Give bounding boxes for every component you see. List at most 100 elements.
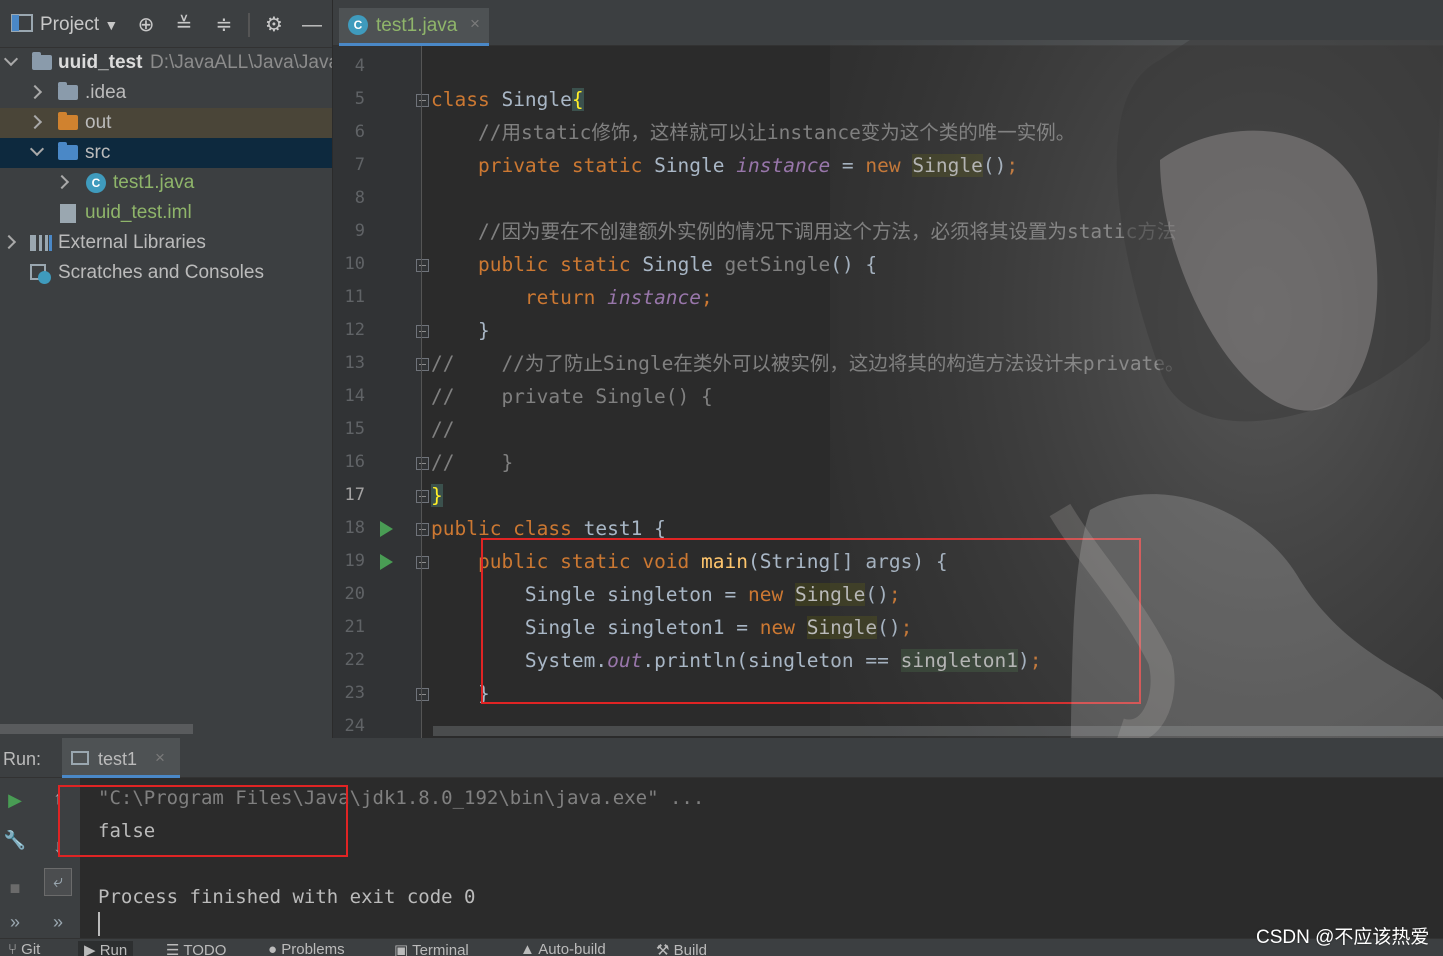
code-line: // } [431, 446, 513, 479]
project-view-icon[interactable] [10, 13, 34, 37]
code-token: return [524, 286, 608, 309]
run-gutter-icon[interactable] [380, 521, 393, 537]
rerun-icon[interactable]: ▶ [3, 788, 27, 812]
code-line: } [431, 479, 443, 512]
tree-item-idea[interactable]: .idea [0, 78, 332, 108]
more-icon[interactable]: » [3, 910, 27, 934]
tree-item-uuid-test[interactable]: uuid_test D:\JavaALL\Java\Java- [0, 48, 332, 78]
line-number: 12 [344, 320, 365, 340]
locate-icon[interactable]: ⊕ [134, 13, 158, 37]
fold-marker-icon[interactable] [416, 325, 429, 338]
code-token: // } [431, 451, 514, 474]
code-token: new [865, 154, 913, 177]
editor-hscrollbar[interactable] [433, 726, 1443, 736]
fold-marker-icon[interactable] [416, 457, 429, 470]
wrench-icon[interactable]: 🔧 [3, 828, 27, 852]
code-line: private static Single instance = new Sin… [431, 149, 1018, 182]
code-token: getSingle [724, 253, 831, 276]
gear-icon[interactable]: ⚙ [262, 13, 286, 37]
tree-item-label: uuid_test [58, 52, 143, 73]
code-token: Single [912, 154, 983, 177]
tool-build[interactable]: ⚒ Build [656, 941, 707, 956]
fold-marker-icon[interactable] [416, 523, 429, 536]
project-toolbar: Project ▼ ⊕ ≚ ≑ ⚙ — [0, 0, 332, 48]
run-tab-test1[interactable]: test1 × [62, 738, 180, 778]
line-number: 7 [354, 155, 365, 175]
code-token: Single [501, 88, 572, 111]
module-folder-icon [32, 52, 52, 70]
run-gutter-icon[interactable] [380, 554, 393, 570]
collapse-all-icon[interactable]: ≑ [212, 13, 236, 37]
chevron-right-icon [54, 174, 70, 190]
run-header: Run: test1 × [0, 738, 1443, 778]
tab-test1-java[interactable]: C test1.java × [339, 8, 489, 46]
tool-problems[interactable]: ● Problems [268, 941, 345, 956]
console-icon [71, 751, 89, 765]
tree-item-scratches[interactable]: Scratches and Consoles [0, 258, 332, 288]
line-number: 4 [354, 56, 365, 76]
code-token: { [571, 88, 584, 111]
tree-item-uuid-test-iml[interactable]: uuid_test.iml [0, 198, 332, 228]
close-icon[interactable]: × [470, 14, 480, 34]
code-token: // [431, 418, 455, 441]
tool-todo[interactable]: ☰ TODO [166, 941, 226, 956]
close-icon[interactable]: × [155, 748, 165, 768]
code-line: //因为要在不创建额外实例的情况下调用这个方法，必须将其设置为static方法 [431, 215, 1176, 248]
more-icon[interactable]: » [46, 910, 70, 934]
tool-run[interactable]: ▶ Run [78, 941, 134, 956]
tree-item-label: src [85, 142, 111, 163]
code-line: } [431, 314, 490, 347]
tool-auto-build[interactable]: ▲ Auto-build [520, 941, 606, 956]
code-token: instance [607, 286, 702, 309]
tree-item-label: test1.java [113, 172, 195, 193]
soft-wrap-icon[interactable]: ⤶ [44, 868, 72, 896]
tree-item-label: uuid_test.iml [85, 202, 192, 223]
project-hscrollbar[interactable] [0, 724, 193, 734]
stop-icon[interactable]: ■ [3, 876, 27, 900]
tree-item-external-libraries[interactable]: External Libraries [0, 228, 332, 258]
code-token: // //为了防止Single在类外可以被实例，这边将其的构造方法设计未priv… [431, 352, 1185, 375]
chevron-right-icon [27, 114, 43, 130]
tool-terminal[interactable]: ▣ Terminal [394, 941, 469, 956]
editor: C test1.java × 4 5 6 7 8 9 10 11 12 13 14 15 16 17 18 1… [333, 0, 1443, 738]
toolbar-divider [248, 13, 250, 37]
folder-icon [58, 82, 78, 100]
tree-item-out[interactable]: out [0, 108, 332, 138]
iml-file-icon [60, 204, 76, 223]
line-number: 20 [344, 584, 365, 604]
line-number: 19 [344, 551, 365, 571]
tree-item-label: .idea [85, 82, 127, 103]
run-label: Run: [3, 749, 42, 769]
line-number: 13 [344, 353, 365, 373]
line-number: 16 [344, 452, 365, 472]
code-token: //因为要在不创建额外实例的情况下调用这个方法，必须将其设置为static方法 [477, 220, 1177, 243]
console-exit-message: Process finished with exit code 0 [98, 886, 476, 908]
minimize-icon[interactable]: — [300, 13, 324, 37]
project-view-dropdown[interactable]: Project ▼ [40, 14, 118, 36]
code-token: instance [736, 154, 831, 177]
fold-marker-icon[interactable] [416, 556, 429, 569]
code-token: // private Single() { [431, 385, 713, 408]
code-line: public static Single getSingle() { [431, 248, 877, 281]
tool-label: Run [99, 942, 128, 956]
expand-all-icon[interactable]: ≚ [172, 13, 196, 37]
code-token: = [830, 154, 866, 177]
code-line: // [431, 413, 454, 446]
tree-item-src[interactable]: src [0, 138, 332, 168]
tree-item-label: Scratches and Consoles [58, 262, 264, 283]
fold-marker-icon[interactable] [416, 490, 429, 503]
tree-item-label: External Libraries [58, 232, 206, 253]
fold-marker-icon[interactable] [416, 259, 429, 272]
code-token: public static [477, 253, 643, 276]
tree-item-test1-java[interactable]: C test1.java [0, 168, 332, 198]
line-number: 10 [344, 254, 365, 274]
fold-marker-icon[interactable] [416, 688, 429, 701]
line-number: 5 [354, 89, 365, 109]
fold-marker-icon[interactable] [416, 358, 429, 371]
line-number: 22 [344, 650, 365, 670]
fold-marker-icon[interactable] [416, 94, 429, 107]
tool-git[interactable]: ⑂ Git [8, 941, 40, 956]
